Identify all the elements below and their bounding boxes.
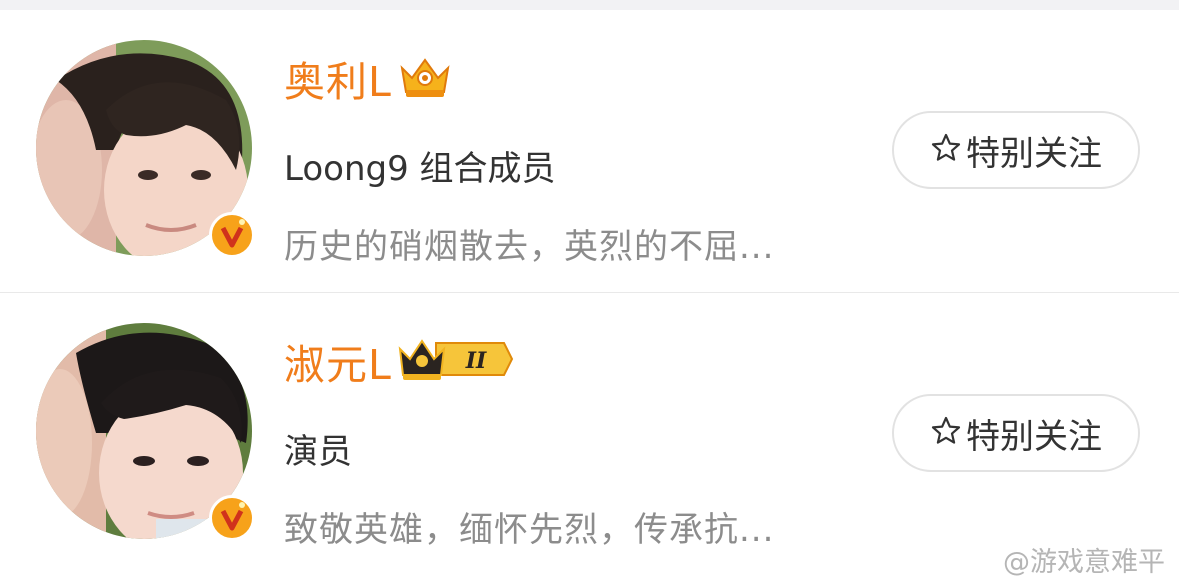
watermark: @游戏意难平 [1003,547,1165,578]
user-card[interactable]: 奥利L Loong9 组合成员 历史的硝烟散去，英烈的不屈... 特别关注 [0,10,1179,293]
user-description: 致敬英雄，缅怀先烈，传承抗... [284,510,775,550]
name-row: 淑元L II [284,331,516,391]
user-bio: Loong9 组合成员 [284,149,556,189]
user-card[interactable]: 淑元L II 演员 致敬英雄，缅怀先烈，传承抗... 特别关注 [0,293,1179,575]
v-verified-icon [209,495,255,541]
avatar-container[interactable] [36,40,255,258]
star-outline-icon [930,132,962,168]
user-bio: 演员 [284,432,352,472]
special-follow-button[interactable]: 特别关注 [892,394,1140,472]
follow-button-label: 特别关注 [966,416,1102,457]
user-name[interactable]: 奥利L [284,48,392,108]
follow-button-label: 特别关注 [966,133,1102,174]
avatar-container[interactable] [36,323,255,541]
user-list: 奥利L Loong9 组合成员 历史的硝烟散去，英烈的不屈... 特别关注 淑元… [0,10,1179,587]
user-name[interactable]: 淑元L [284,331,392,391]
v-verified-icon [209,212,255,258]
gold-crown-icon [396,52,454,104]
star-outline-icon [930,415,962,451]
user-description: 历史的硝烟散去，英烈的不屈... [284,227,775,267]
level-text: II [465,348,487,374]
crown-level-icon: II [396,335,516,387]
name-row: 奥利L [284,48,454,108]
special-follow-button[interactable]: 特别关注 [892,111,1140,189]
